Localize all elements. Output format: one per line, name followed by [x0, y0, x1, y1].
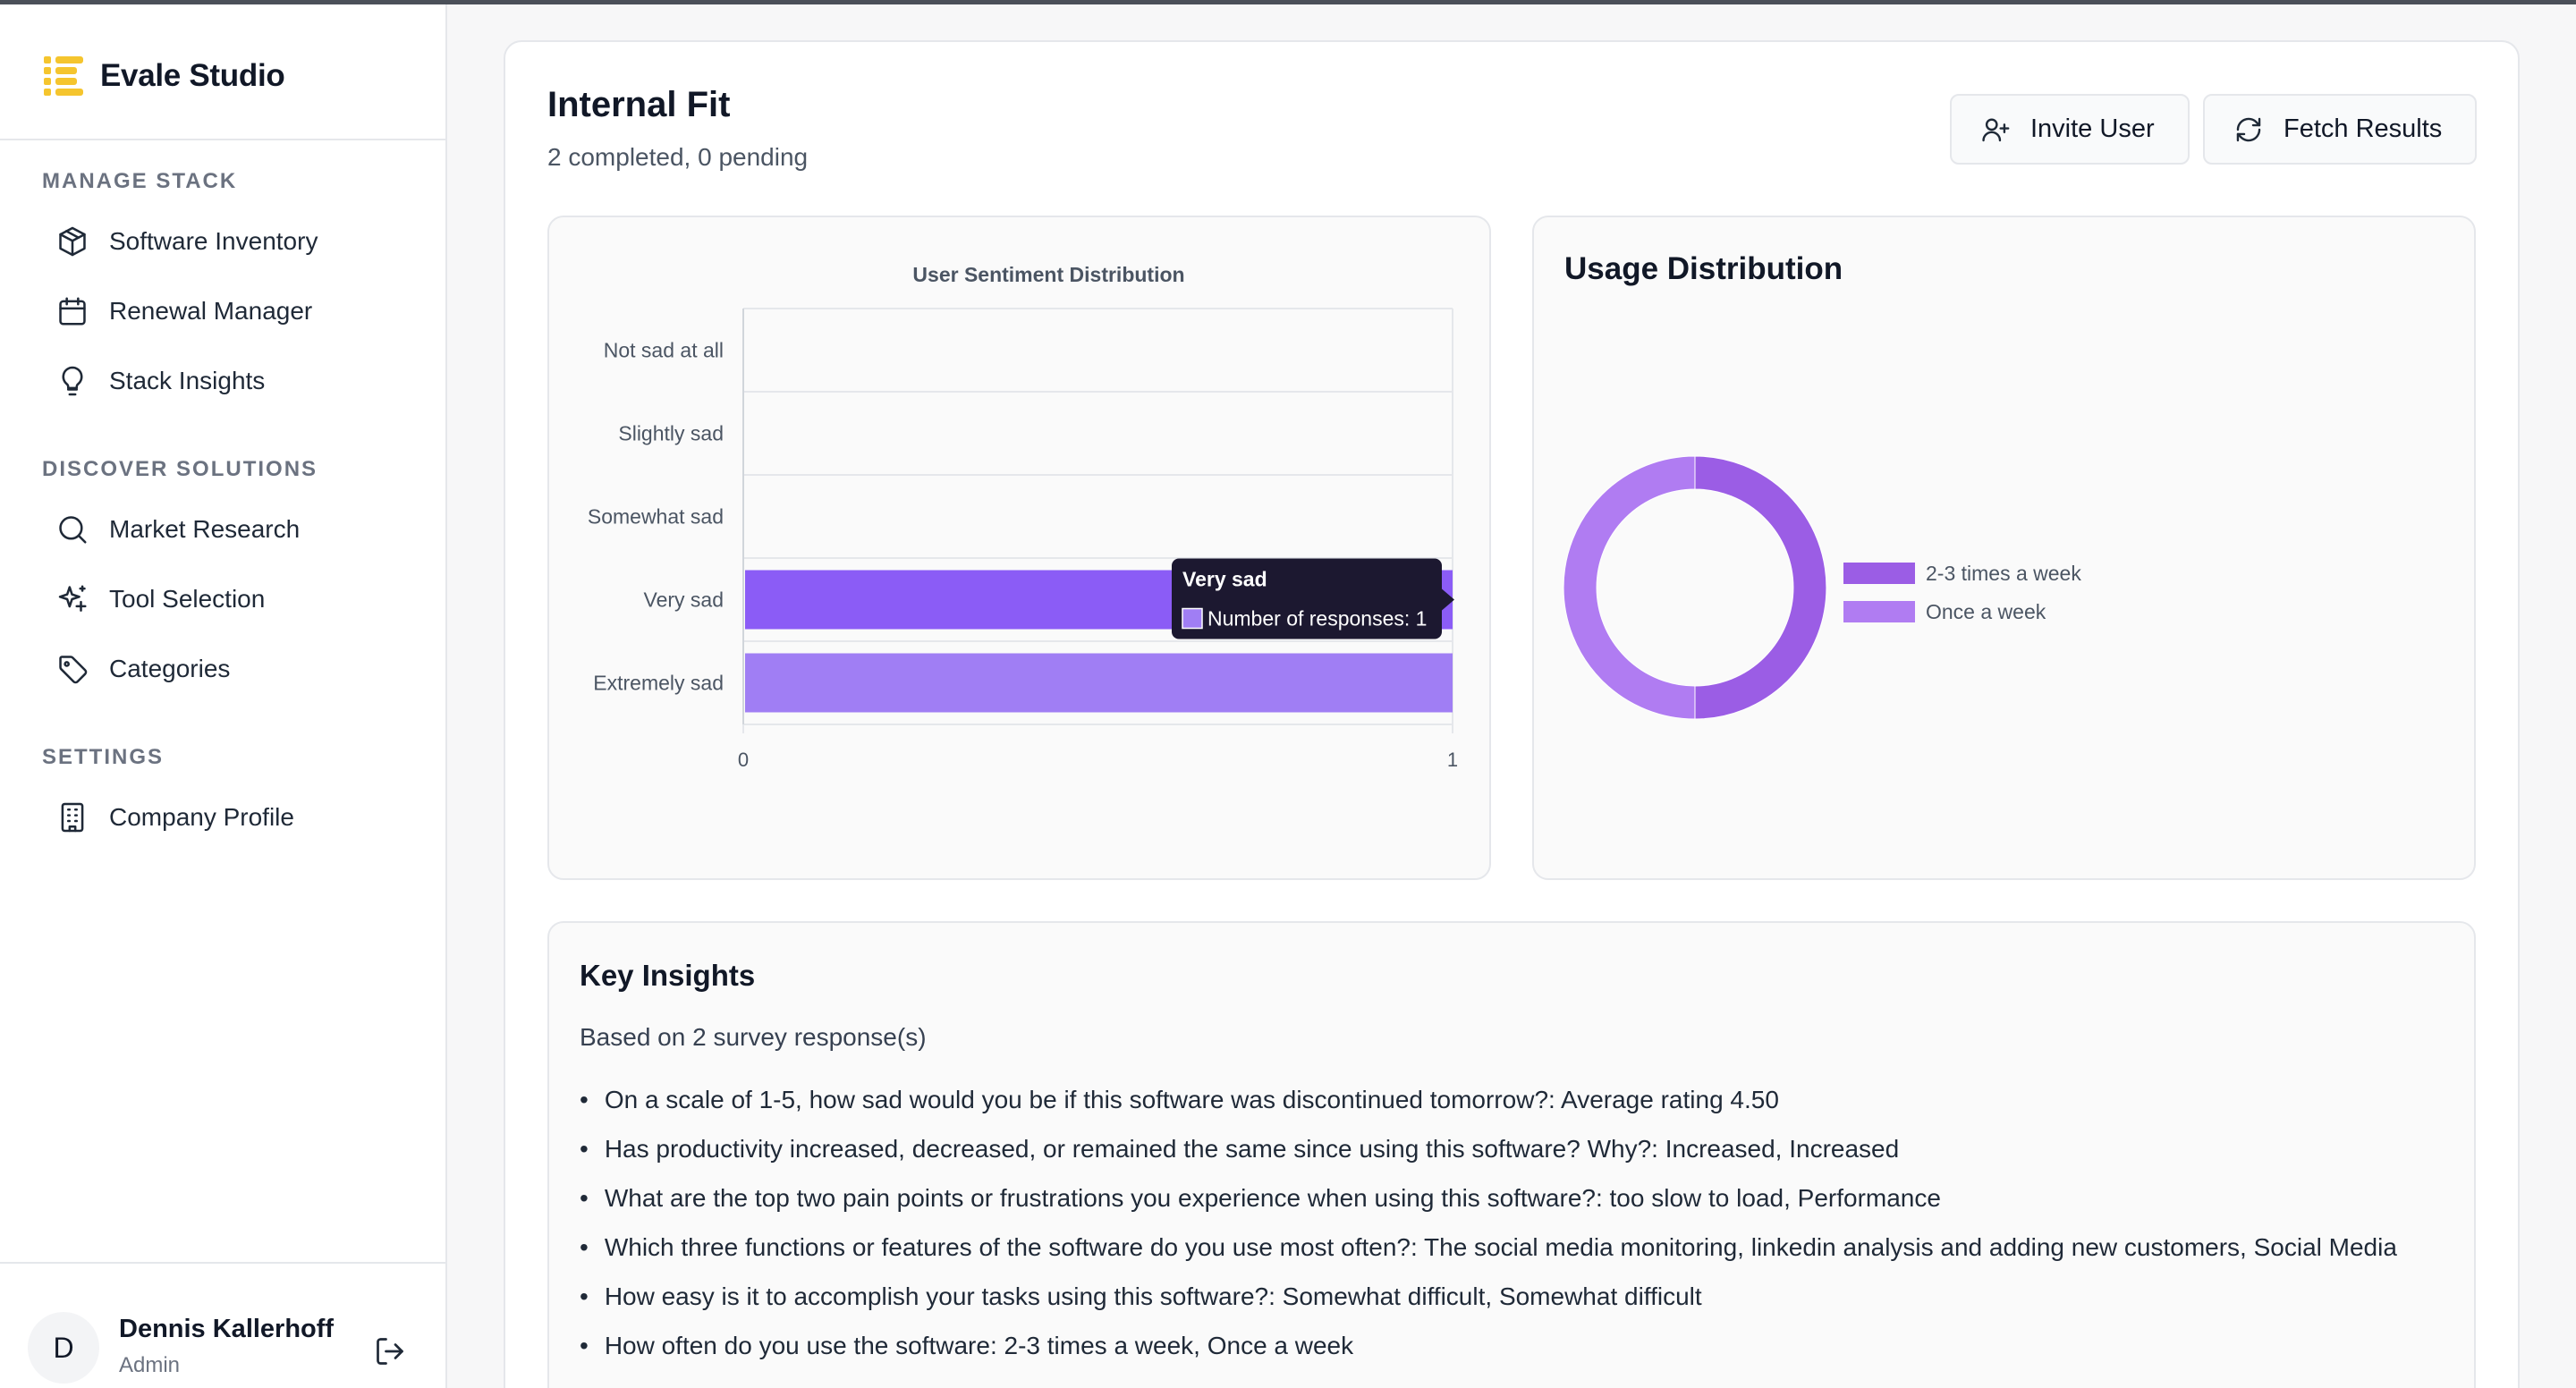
tooltip-title: Very sad: [1182, 568, 1267, 591]
chart-title: User Sentiment Distribution: [912, 263, 1184, 286]
refresh-icon: [2236, 117, 2261, 141]
brand[interactable]: Evale Studio: [41, 47, 285, 105]
evale-logo-icon: [44, 56, 83, 96]
tooltip-swatch: [1182, 607, 1203, 630]
fetch-results-button[interactable]: Fetch Results: [2203, 94, 2477, 165]
legend-label: 2-3 times a week: [1926, 562, 2081, 585]
sidebar: Evale Studio MANAGE STACK Software Inven…: [0, 4, 447, 1388]
doughnut-slice[interactable]: [1694, 455, 1827, 720]
tooltip-label: Number of responses: 1: [1208, 607, 1427, 631]
insight-item: How easy is it to accomplish your tasks …: [580, 1272, 2397, 1321]
x-tick-label: 0: [738, 749, 749, 771]
search-icon: [59, 516, 87, 544]
insight-item: Has productivity increased, decreased, o…: [580, 1124, 2397, 1173]
package-icon: [59, 226, 86, 257]
sidebar-item-label: Tool Selection: [109, 585, 266, 613]
section-title: MANAGE STACK: [42, 169, 238, 193]
y-tick-label: Slightly sad: [618, 422, 724, 445]
sparkles-icon: [58, 585, 87, 612]
section-title: DISCOVER SOLUTIONS: [42, 457, 318, 481]
sidebar-item-market-research[interactable]: Market Research: [0, 495, 445, 564]
insights-title: Key Insights: [580, 959, 756, 992]
sentiment-bar-chart[interactable]: User Sentiment Distribution 0 1 Not sad at …: [549, 217, 1489, 878]
sidebar-item-label: Company Profile: [109, 803, 294, 831]
insight-item: What are the top two pain points or frus…: [580, 1173, 2397, 1223]
legend-swatch: [1843, 601, 1915, 622]
avatar[interactable]: D: [28, 1312, 99, 1384]
user-role: Admin: [119, 1353, 181, 1377]
section-title: SETTINGS: [42, 745, 165, 769]
doughnut-slice[interactable]: [1563, 455, 1696, 720]
sidebar-item-stack-insights[interactable]: Stack Insights: [0, 346, 445, 416]
divider: [0, 139, 445, 140]
sidebar-item-company-profile[interactable]: Company Profile: [0, 783, 445, 852]
user-name: Dennis Kallerhoff: [119, 1315, 335, 1343]
y-tick-label: Somewhat sad: [588, 505, 724, 529]
user-plus-icon: [1982, 117, 2010, 141]
sidebar-item-label: Categories: [109, 655, 231, 682]
key-insights-panel: Key Insights Based on 2 survey response(…: [547, 921, 2476, 1388]
sidebar-item-software-inventory[interactable]: Software Inventory: [0, 207, 445, 276]
insight-item: On a scale of 1-5, how sad would you be …: [580, 1075, 2397, 1124]
nav-section-manage-stack: MANAGE STACK Software Inventory Renewal …: [0, 164, 445, 416]
sidebar-item-categories[interactable]: Categories: [0, 634, 445, 704]
page-subtitle: 2 completed, 0 pending: [547, 143, 809, 171]
calendar-icon: [59, 297, 86, 326]
nav-section-settings: SETTINGS Company Profile: [0, 740, 445, 852]
building-icon: [61, 802, 84, 833]
nav-section-discover-solutions: DISCOVER SOLUTIONS Market Research Tool …: [0, 452, 445, 704]
legend-label: Once a week: [1926, 600, 2046, 623]
usage-chart-panel: Usage Distribution 2-3 times a week Once …: [1532, 216, 2476, 880]
y-tick-label: Not sad at all: [604, 339, 724, 362]
y-tick-label: Extremely sad: [593, 672, 724, 695]
insights-intro: Based on 2 survey response(s): [580, 1023, 927, 1051]
fetch-results-label: Fetch Results: [2284, 114, 2443, 143]
page-title: Internal Fit: [547, 85, 731, 124]
sidebar-item-label: Renewal Manager: [109, 297, 313, 325]
sidebar-item-label: Stack Insights: [109, 367, 266, 394]
x-tick-label: 1: [1447, 749, 1458, 771]
bar[interactable]: [745, 653, 1453, 713]
tag-icon: [59, 656, 88, 684]
invite-user-button[interactable]: Invite User: [1950, 94, 2190, 165]
chart-tooltip: Very sad Number of responses: 1: [1172, 558, 1454, 639]
usage-doughnut-chart[interactable]: 2-3 times a week Once a week: [1534, 217, 2474, 878]
legend-swatch: [1843, 563, 1915, 584]
sentiment-chart-panel: User Sentiment Distribution 0 1 Not sad at …: [547, 216, 1491, 880]
y-tick-label: Very sad: [644, 588, 724, 612]
app-name: Evale Studio: [100, 58, 285, 93]
sidebar-item-renewal-manager[interactable]: Renewal Manager: [0, 276, 445, 346]
sidebar-item-label: Market Research: [109, 515, 301, 543]
logout-icon[interactable]: [374, 1335, 406, 1367]
sidebar-item-tool-selection[interactable]: Tool Selection: [0, 564, 445, 634]
insight-list: On a scale of 1-5, how sad would you be …: [580, 1075, 2397, 1370]
sidebar-item-label: Software Inventory: [109, 227, 318, 255]
insight-item: Which three functions or features of the…: [580, 1223, 2397, 1272]
invite-user-label: Invite User: [2030, 114, 2155, 143]
user-block: D Dennis Kallerhoff Admin: [0, 1262, 445, 1388]
insight-item: How often do you use the software: 2-3 t…: [580, 1321, 2397, 1370]
lightbulb-icon: [62, 366, 83, 396]
